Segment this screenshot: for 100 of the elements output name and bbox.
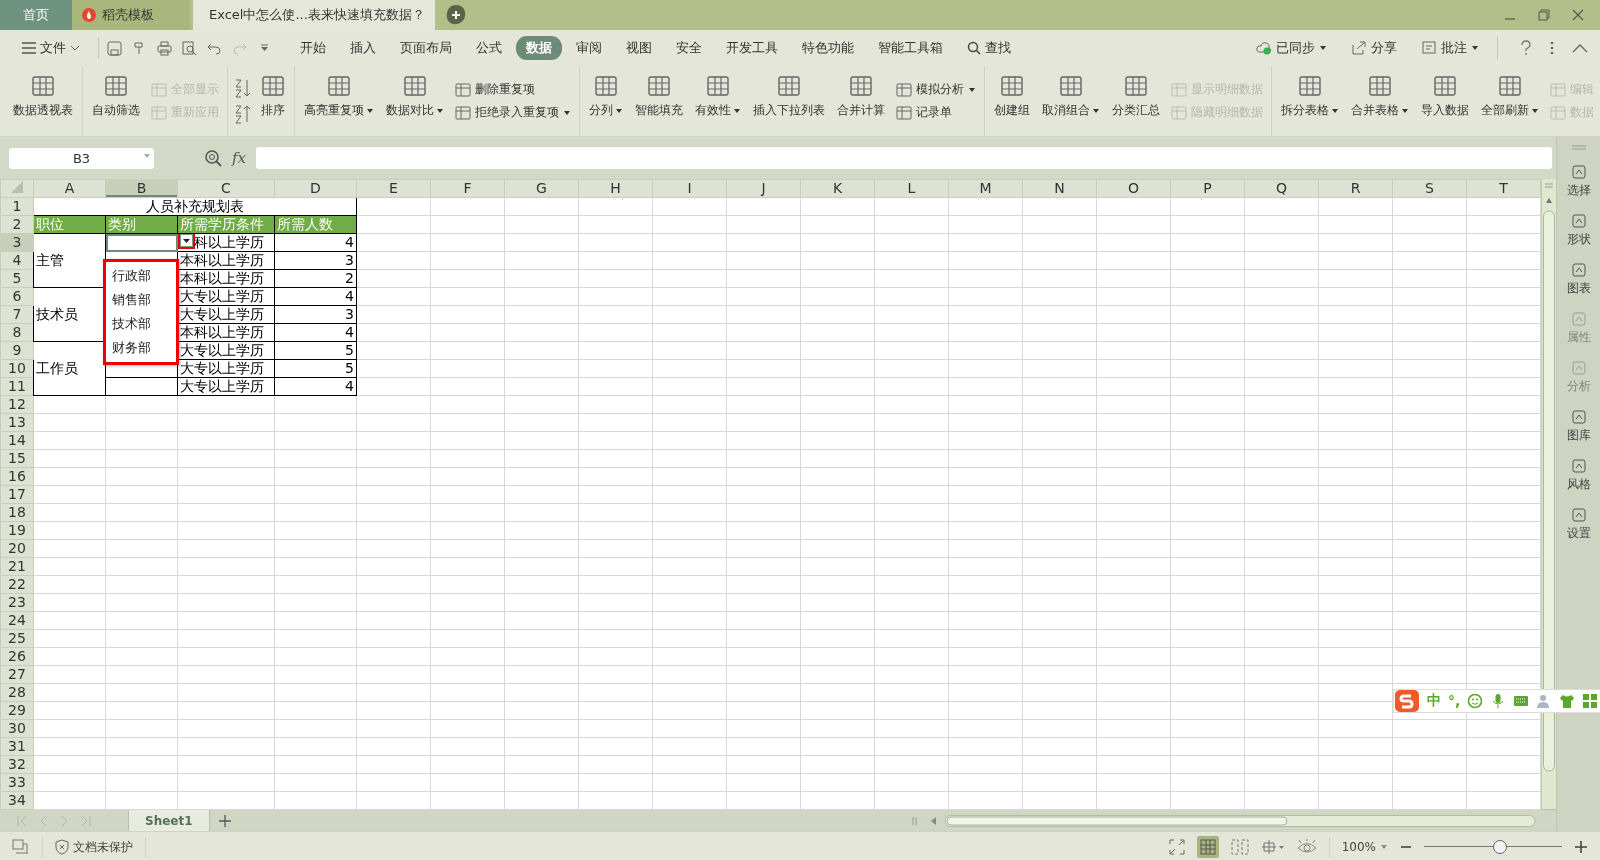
column-header[interactable]: A <box>33 179 106 198</box>
zoom-level[interactable]: 100% <box>1341 840 1388 854</box>
ribbon-button[interactable]: 全部刷新 <box>1476 68 1544 134</box>
dropdown-option[interactable]: 财务部 <box>106 336 176 360</box>
sort-ascending-icon[interactable] <box>234 78 252 98</box>
ribbon-button[interactable]: 高亮重复项 <box>299 68 379 134</box>
save-icon[interactable] <box>107 40 122 56</box>
print-preview-icon[interactable] <box>182 40 197 56</box>
column-header[interactable]: C <box>177 179 275 198</box>
slider-thumb[interactable] <box>1492 840 1507 854</box>
add-sheet-icon[interactable] <box>217 814 232 828</box>
menu-tab[interactable]: 视图 <box>616 36 662 60</box>
column-header[interactable]: R <box>1318 179 1393 198</box>
menu-tab[interactable]: 开始 <box>290 36 336 60</box>
close-icon[interactable] <box>1572 9 1584 21</box>
ribbon-button[interactable]: 智能填充 <box>630 68 688 134</box>
grid-apps-icon[interactable] <box>1582 693 1599 709</box>
ribbon-button[interactable]: 分类汇总 <box>1107 68 1165 134</box>
column-header[interactable]: I <box>652 179 727 198</box>
input-method-logo-icon[interactable] <box>1394 689 1420 713</box>
side-panel-button[interactable]: 图表 <box>1566 262 1591 297</box>
column-header[interactable]: G <box>504 179 579 198</box>
column-header[interactable]: O <box>1096 179 1171 198</box>
tab[interactable]: 稻壳模板 <box>72 0 190 30</box>
menu-tab[interactable]: 数据 <box>516 36 562 60</box>
column-header[interactable]: S <box>1392 179 1467 198</box>
ribbon-button[interactable]: 数据透视表 <box>8 68 78 134</box>
ribbon-button[interactable]: 数据对比 <box>381 68 449 134</box>
menu-tab[interactable]: 特色功能 <box>792 36 864 60</box>
menu-tab[interactable]: 页面布局 <box>390 36 462 60</box>
restore-icon[interactable] <box>1538 9 1550 21</box>
column-header[interactable]: P <box>1170 179 1245 198</box>
table-cell[interactable] <box>105 377 178 396</box>
ribbon-button[interactable]: 拆分表格 <box>1276 68 1344 134</box>
zoom-slider[interactable] <box>1424 840 1562 854</box>
column-header[interactable]: D <box>274 179 357 198</box>
menu-tab[interactable]: 公式 <box>466 36 512 60</box>
more-icon[interactable] <box>1550 40 1554 56</box>
column-header[interactable]: F <box>430 179 505 198</box>
ribbon-button[interactable]: 记录单 <box>896 104 976 121</box>
eye-icon[interactable] <box>1296 839 1317 855</box>
ribbon-button[interactable]: 排序 <box>256 68 290 134</box>
search-button[interactable]: 查找 <box>957 36 1021 60</box>
shirt-icon[interactable] <box>1559 693 1576 709</box>
zoom-formula-icon[interactable] <box>204 149 222 167</box>
collapse-icon[interactable] <box>1572 43 1588 53</box>
menu-tab[interactable]: 智能工具箱 <box>868 36 953 60</box>
name-box[interactable]: B3 <box>9 147 154 169</box>
ribbon-button[interactable]: 插入下拉列表 <box>748 68 830 134</box>
menu-tab[interactable]: 审阅 <box>566 36 612 60</box>
dropdown-option[interactable]: 技术部 <box>106 312 176 336</box>
page-break-view-icon[interactable] <box>1230 839 1249 855</box>
active-cell[interactable] <box>105 233 178 252</box>
side-panel-button[interactable]: 风格 <box>1566 458 1591 493</box>
toolbar-action[interactable]: 批注 <box>1411 36 1489 60</box>
ribbon-button[interactable]: 删除重复项 <box>455 81 571 98</box>
menu-tab[interactable]: 插入 <box>340 36 386 60</box>
new-tab-icon[interactable] <box>445 4 467 26</box>
reading-layout-icon[interactable] <box>1260 839 1285 855</box>
column-header[interactable]: H <box>578 179 653 198</box>
dropdown-option[interactable]: 销售部 <box>106 288 176 312</box>
ribbon-button[interactable]: 导入数据 <box>1416 68 1474 134</box>
side-panel-button[interactable]: 选择 <box>1566 164 1591 199</box>
file-menu[interactable]: 文件 <box>12 36 90 60</box>
side-panel-button[interactable]: 形状 <box>1566 213 1591 248</box>
column-header[interactable]: K <box>800 179 875 198</box>
ribbon-button[interactable]: 合并表格 <box>1346 68 1414 134</box>
ribbon-button[interactable]: 分列 <box>584 68 628 134</box>
fullscreen-icon[interactable] <box>1168 839 1185 855</box>
menu-tab[interactable]: 安全 <box>666 36 712 60</box>
formula-input[interactable] <box>256 147 1552 169</box>
column-header[interactable]: M <box>948 179 1023 198</box>
zoom-in-icon[interactable] <box>1574 840 1588 854</box>
tab[interactable]: Excel中怎么使...表来快速填充数据？ <box>193 0 435 30</box>
print-icon[interactable] <box>157 40 172 56</box>
presenter-icon[interactable] <box>12 839 30 855</box>
dropdown-option[interactable]: 行政部 <box>106 264 176 288</box>
toolbar-action[interactable]: 分享 <box>1341 36 1407 60</box>
column-header[interactable]: J <box>726 179 801 198</box>
column-header[interactable]: Q <box>1244 179 1319 198</box>
ribbon-button[interactable]: 有效性 <box>690 68 746 134</box>
ribbon-button[interactable]: 拒绝录入重复项 <box>455 104 571 121</box>
side-panel-button[interactable]: 设置 <box>1566 507 1591 542</box>
ribbon-button[interactable]: 合并计算 <box>832 68 890 134</box>
protection-status[interactable]: 文档未保护 <box>55 838 133 856</box>
column-header[interactable]: B <box>105 179 178 198</box>
help-icon[interactable] <box>1520 40 1532 56</box>
sort-descending-icon[interactable] <box>234 104 252 124</box>
ribbon-button[interactable]: 模拟分析 <box>896 81 976 98</box>
dropdown-button[interactable] <box>180 234 193 247</box>
column-header[interactable]: L <box>874 179 949 198</box>
keyboard-icon[interactable] <box>1513 693 1530 709</box>
vertical-scrollbar[interactable] <box>1541 179 1556 809</box>
ribbon-button[interactable]: 创建组 <box>989 68 1035 134</box>
menu-tab[interactable]: 开发工具 <box>716 36 788 60</box>
normal-view-icon[interactable] <box>1196 836 1219 858</box>
side-panel-button[interactable]: 图库 <box>1566 409 1591 444</box>
sheet-tab[interactable]: Sheet1 <box>128 810 210 832</box>
function-button[interactable]: fx <box>232 149 246 167</box>
column-header[interactable]: T <box>1466 179 1541 198</box>
